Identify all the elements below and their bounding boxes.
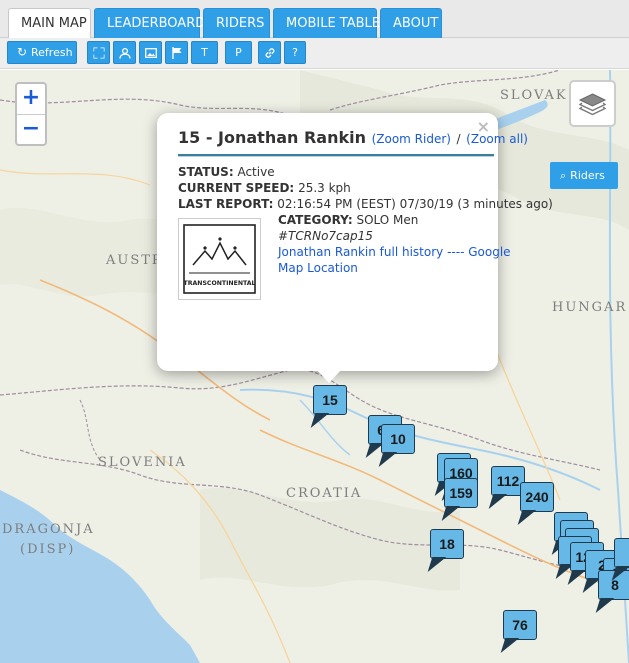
badge-text: TRANSCONTINENTAL — [184, 280, 256, 287]
zoom-control: + − — [15, 82, 47, 146]
rider-marker-159[interactable]: 159 — [444, 478, 478, 508]
rider-marker-15[interactable]: 15 — [313, 385, 347, 415]
history-dashes: ---- — [447, 245, 465, 259]
category-value: SOLO Men — [356, 213, 419, 227]
tab-mobile-table[interactable]: MOBILE TABLE — [273, 8, 380, 38]
rider-marker-10[interactable]: 10 — [381, 424, 415, 454]
t-button[interactable]: T — [191, 41, 218, 64]
category-line: CATEGORY: SOLO Men — [278, 213, 418, 227]
map-toolbar: ↻ Refresh T P ? — [0, 38, 629, 69]
link-icon — [265, 47, 274, 58]
rider-info-popup: × 15 - Jonathan Rankin (Zoom Rider) / (Z… — [157, 113, 553, 383]
zoom-separator: / — [456, 132, 461, 146]
tab-bar: MAIN MAP LEADERBOARD RIDERS MOBILE TABLE… — [0, 0, 629, 39]
tab-main-map[interactable]: MAIN MAP — [8, 8, 91, 39]
checkpoints-button[interactable] — [165, 41, 188, 64]
map-location-line: Map Location — [278, 261, 358, 275]
speed-label: CURRENT SPEED: — [178, 181, 295, 195]
refresh-icon: ↻ — [17, 45, 28, 59]
rider-marker-cluster-f[interactable] — [614, 538, 629, 568]
p-button[interactable]: P — [225, 41, 252, 64]
mountain-logo-icon: TRANSCONTINENTAL — [183, 224, 256, 294]
image-icon — [144, 47, 157, 58]
tab-riders[interactable]: RIDERS — [203, 8, 270, 38]
layers-button[interactable] — [569, 80, 616, 127]
riders-panel-button[interactable]: ⌕ Riders — [550, 162, 618, 189]
rider-marker-18[interactable]: 18 — [430, 529, 464, 559]
last-report-value: 02:16:54 PM (EEST) 07/30/19 (3 minutes a… — [277, 197, 553, 211]
fullscreen-button[interactable] — [87, 41, 110, 64]
region-label-disputed: (DISP) — [20, 542, 76, 557]
riders-button-label: Riders — [570, 169, 605, 182]
speed-line: CURRENT SPEED: 25.3 kph — [178, 181, 351, 195]
map-location-link[interactable]: Map Location — [278, 261, 358, 275]
race-logo: TRANSCONTINENTAL — [178, 218, 261, 300]
country-label-croatia: CROATIA — [286, 486, 363, 501]
photos-button[interactable] — [139, 41, 162, 64]
zoom-all-link[interactable]: (Zoom all) — [466, 132, 528, 146]
status-value: Active — [237, 165, 275, 179]
popup-divider — [178, 154, 494, 157]
person-icon — [118, 47, 131, 59]
tab-about[interactable]: ABOUT — [380, 8, 442, 38]
refresh-label: Refresh — [31, 46, 73, 59]
category-label: CATEGORY: — [278, 213, 353, 227]
status-label: STATUS: — [178, 165, 234, 179]
refresh-button[interactable]: ↻ Refresh — [7, 41, 77, 64]
fullscreen-icon — [93, 47, 104, 58]
region-label-dragonja: DRAGONJA — [2, 522, 95, 537]
rider-marker-76[interactable]: 76 — [503, 610, 537, 640]
zoom-rider-link[interactable]: (Zoom Rider) — [372, 132, 451, 146]
layers-icon — [578, 93, 607, 116]
country-label-austria: AUSTR — [106, 253, 164, 268]
help-button[interactable]: ? — [284, 41, 306, 64]
country-label-hungary: HUNGAR — [552, 300, 628, 315]
link-button[interactable] — [258, 41, 281, 64]
hashtag: #TCRNo7cap15 — [278, 229, 373, 243]
history-line: Jonathan Rankin full history ---- Google — [278, 245, 511, 259]
search-icon: ⌕ — [560, 169, 567, 182]
popup-rider-title: 15 - Jonathan Rankin — [178, 128, 366, 147]
app-root: MAIN MAP LEADERBOARD RIDERS MOBILE TABLE… — [0, 0, 629, 663]
last-report-line: LAST REPORT: 02:16:54 PM (EEST) 07/30/19… — [178, 197, 553, 211]
status-line: STATUS: Active — [178, 165, 275, 179]
zoom-out-button[interactable]: − — [17, 114, 45, 144]
zoom-in-button[interactable]: + — [17, 84, 45, 114]
rider-focus-button[interactable] — [113, 41, 136, 64]
tab-leaderboard[interactable]: LEADERBOARD — [94, 8, 205, 38]
flag-icon — [171, 46, 181, 59]
rider-marker-240[interactable]: 240 — [520, 482, 554, 512]
country-label-slovakia: SLOVAK — [500, 88, 568, 103]
speed-value: 25.3 kph — [298, 181, 351, 195]
popup-title: 15 - Jonathan Rankin (Zoom Rider) / (Zoo… — [178, 128, 528, 147]
full-history-link[interactable]: Jonathan Rankin full history — [278, 245, 443, 259]
country-label-slovenia: SLOVENIA — [98, 455, 187, 470]
google-link[interactable]: Google — [468, 245, 510, 259]
last-report-label: LAST REPORT: — [178, 197, 274, 211]
